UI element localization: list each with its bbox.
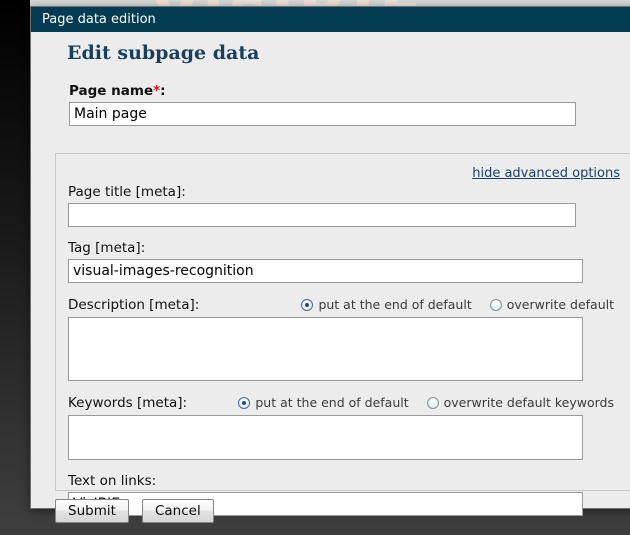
page-title-meta-label: Page title [meta]: <box>68 184 186 200</box>
submit-button[interactable]: Submit <box>55 499 129 523</box>
tag-meta-label: Tag [meta]: <box>68 240 146 256</box>
description-meta-textarea[interactable] <box>68 317 583 381</box>
dialog-button-row: Submit Cancel <box>55 499 214 523</box>
dialog-title: Page data edition <box>42 12 156 27</box>
radio-selected-icon[interactable] <box>301 298 314 311</box>
advanced-toggle-row: hide advanced options <box>68 162 620 181</box>
page-title-meta-input[interactable] <box>68 203 576 227</box>
keywords-mode-append-option[interactable]: put at the end of default <box>238 395 409 410</box>
keywords-meta-row: Keywords [meta]: put at the end of defau… <box>68 394 620 411</box>
description-mode-append-option[interactable]: put at the end of default <box>301 297 472 312</box>
description-mode-radio-group: put at the end of default overwrite defa… <box>301 297 614 312</box>
page-name-label: Page name*: <box>69 83 630 99</box>
keywords-meta-label: Keywords [meta]: <box>68 394 188 411</box>
radio-selected-icon[interactable] <box>238 396 251 409</box>
advanced-options-panel: hide advanced options Page title [meta]:… <box>55 153 630 516</box>
page-title: Edit subpage data <box>67 42 260 64</box>
description-mode-append-label: put at the end of default <box>318 297 472 312</box>
description-mode-overwrite-option[interactable]: overwrite default <box>489 297 614 312</box>
page-name-label-colon: : <box>160 83 166 99</box>
page-data-edition-dialog: Page data edition Edit subpage data Page… <box>30 6 630 523</box>
keywords-mode-radio-group: put at the end of default overwrite defa… <box>238 395 614 410</box>
keywords-mode-overwrite-option[interactable]: overwrite default keywords <box>426 395 614 410</box>
keywords-mode-overwrite-label: overwrite default keywords <box>443 395 614 410</box>
tag-meta-input[interactable] <box>68 259 583 283</box>
text-on-links-label: Text on links: <box>68 473 157 489</box>
keywords-mode-append-label: put at the end of default <box>255 395 409 410</box>
page-name-label-text: Page name <box>69 83 154 99</box>
page-name-input[interactable] <box>69 102 576 126</box>
radio-unselected-icon[interactable] <box>426 396 439 409</box>
keywords-meta-textarea[interactable] <box>68 415 583 460</box>
dialog-body: Edit subpage data Page name*: hide advan… <box>31 42 630 523</box>
description-mode-overwrite-label: overwrite default <box>506 297 614 312</box>
hide-advanced-options-link[interactable]: hide advanced options <box>472 166 620 181</box>
dialog-titlebar[interactable]: Page data edition <box>31 7 630 32</box>
description-meta-label: Description [meta]: <box>68 296 200 313</box>
radio-unselected-icon[interactable] <box>489 298 502 311</box>
description-meta-row: Description [meta]: put at the end of de… <box>68 296 620 313</box>
cancel-button[interactable]: Cancel <box>141 499 214 523</box>
